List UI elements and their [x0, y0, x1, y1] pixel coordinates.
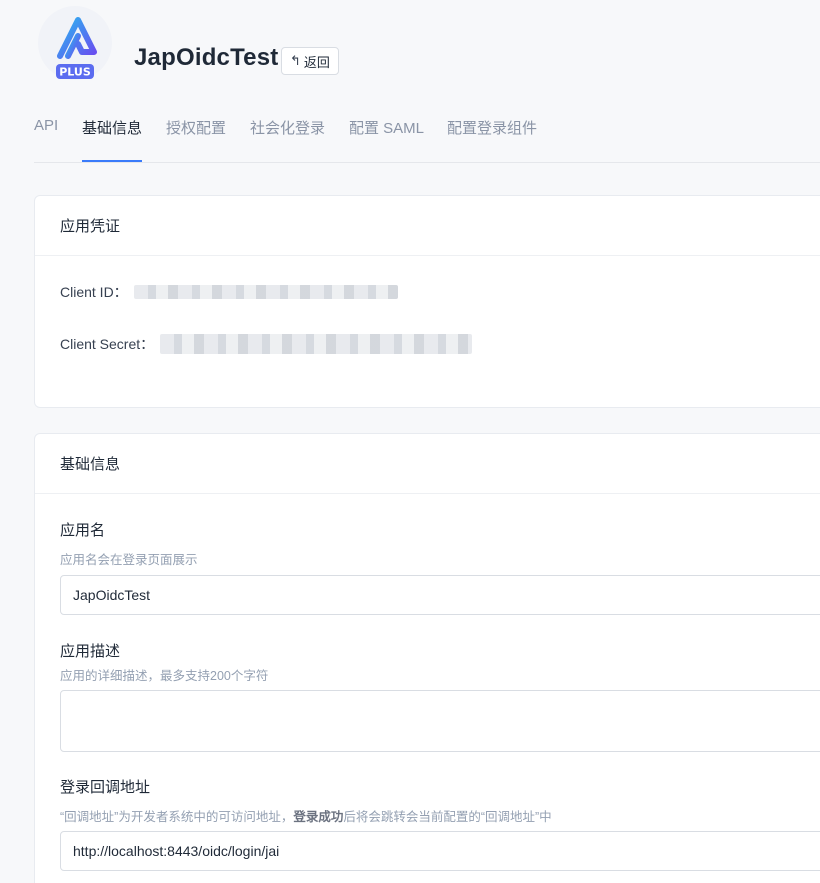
basic-info-card: 基础信息 应用名 应用名会在登录页面展示 JapOidcTest 应用描述 应用… — [34, 433, 820, 883]
active-tab-indicator — [82, 160, 142, 162]
client-id-value-redacted — [133, 285, 398, 299]
tab-social-login[interactable]: 社会化登录 — [250, 117, 325, 138]
client-secret-row: Client Secret： — [60, 334, 473, 354]
app-desc-label: 应用描述 — [60, 643, 121, 660]
app-desc-textarea[interactable] — [60, 690, 820, 752]
app-name-hint: 应用名会在登录页面展示 — [60, 553, 198, 567]
app-desc-hint: 应用的详细描述，最多支持200个字符 — [60, 669, 269, 683]
credentials-card-title: 应用凭证 — [35, 196, 820, 256]
basic-info-card-title: 基础信息 — [35, 434, 820, 494]
callback-hint-text-1: “回调地址”为开发者系统中的可访问地址， — [60, 810, 294, 824]
tab-api[interactable]: API — [34, 117, 58, 134]
tab-saml-config[interactable]: 配置 SAML — [349, 117, 424, 138]
tab-auth-config[interactable]: 授权配置 — [166, 117, 226, 138]
client-id-row: Client ID： — [60, 282, 398, 302]
logo-badge: PLUS — [59, 66, 91, 79]
page-title: JapOidcTest — [134, 44, 279, 71]
back-button-label: 返回 — [303, 54, 330, 70]
client-secret-label: Client Secret： — [60, 336, 155, 352]
app-name-label: 应用名 — [60, 522, 106, 539]
app-header: PLUS JapOidcTest ↰ 返回 — [0, 0, 820, 100]
client-id-label: Client ID： — [60, 284, 128, 300]
back-button[interactable]: ↰ 返回 — [281, 47, 339, 75]
undo-arrow-icon: ↰ — [290, 53, 301, 68]
app-logo: PLUS — [38, 6, 112, 80]
callback-hint-text-2: 后将会跳转会当前配置的“回调地址”中 — [343, 810, 552, 824]
tab-login-widget[interactable]: 配置登录组件 — [447, 117, 537, 138]
callback-hint-bold: 登录成功 — [293, 810, 344, 824]
callback-url-label: 登录回调地址 — [60, 779, 151, 796]
credentials-card: 应用凭证 Client ID： Client Secret： — [34, 195, 820, 408]
app-name-input[interactable]: JapOidcTest — [60, 575, 820, 615]
callback-url-hint: “回调地址”为开发者系统中的可访问地址，登录成功后将会跳转会当前配置的“回调地址… — [60, 806, 552, 825]
tab-bar: API 基础信息 授权配置 社会化登录 配置 SAML 配置登录组件 — [34, 100, 820, 163]
client-secret-value-redacted — [160, 334, 473, 354]
tab-basic-info[interactable]: 基础信息 — [82, 117, 142, 138]
callback-url-input[interactable]: http://localhost:8443/oidc/login/jai — [60, 831, 820, 871]
